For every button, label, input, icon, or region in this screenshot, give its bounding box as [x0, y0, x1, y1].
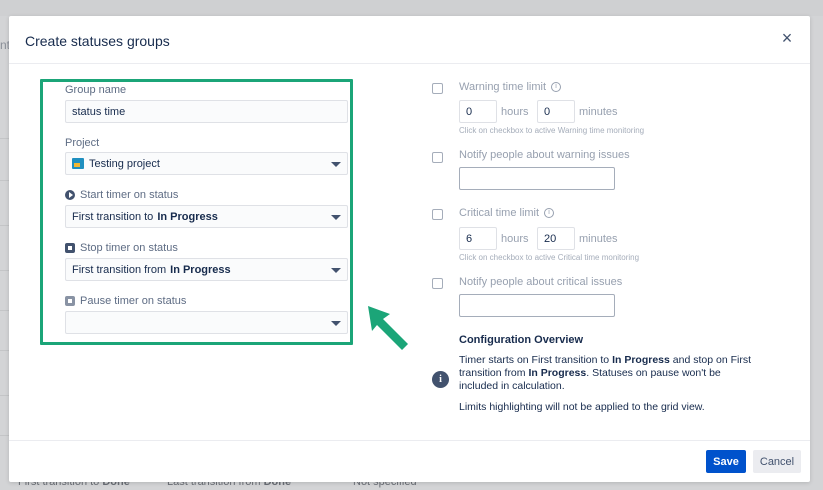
info-icon: i — [544, 208, 555, 218]
critical-minutes-input[interactable]: 20 — [537, 227, 575, 250]
info-icon: i — [551, 82, 561, 92]
start-timer-select[interactable]: First transition to In Progress — [65, 205, 348, 228]
critical-hint: Click on checkbox to active Critical tim… — [459, 253, 640, 262]
critical-limit-checkbox[interactable] — [432, 209, 443, 220]
configuration-overview-note: Limits highlighting will not be applied … — [459, 401, 705, 413]
warning-hours-unit: hours — [501, 106, 529, 118]
dialog-title: Create statuses groups — [25, 33, 170, 49]
notify-warning-label: Notify people about warning issues — [459, 149, 630, 161]
timer-settings-highlight: Group name status time Project Testing p… — [40, 79, 353, 345]
create-statuses-groups-dialog: Create statuses groups × Group name stat… — [9, 16, 810, 482]
notify-warning-input[interactable] — [459, 167, 615, 190]
chevron-down-icon — [331, 268, 341, 273]
group-name-label: Group name — [65, 84, 127, 96]
background-top — [0, 0, 823, 16]
critical-hours-input[interactable]: 6 — [459, 227, 497, 250]
background-divider — [0, 138, 9, 139]
project-select-value: Testing project — [89, 157, 160, 170]
save-button[interactable]: Save — [706, 450, 746, 473]
project-avatar-icon — [72, 158, 84, 169]
background-divider — [0, 225, 9, 226]
play-icon — [65, 190, 75, 200]
dialog-header: Create statuses groups × — [9, 16, 810, 64]
dialog-footer: Save Cancel — [9, 440, 810, 482]
critical-minutes-unit: minutes — [579, 233, 618, 245]
notify-critical-checkbox[interactable] — [432, 278, 443, 289]
notify-critical-input[interactable] — [459, 294, 615, 317]
warning-limit-label: Warning time limit i — [459, 81, 561, 93]
notify-critical-label: Notify people about critical issues — [459, 276, 623, 288]
stop-timer-status: In Progress — [170, 263, 231, 276]
chevron-down-icon — [331, 321, 341, 326]
background-divider — [0, 180, 9, 181]
warning-minutes-unit: minutes — [579, 106, 618, 118]
background-divider — [0, 350, 9, 351]
stop-icon — [65, 243, 75, 253]
warning-hint: Click on checkbox to active Warning time… — [459, 126, 645, 135]
critical-limit-label: Critical time limit i — [459, 207, 555, 219]
annotation-arrow-icon — [368, 306, 408, 350]
start-timer-status: In Progress — [157, 210, 218, 223]
chevron-down-icon — [331, 215, 341, 220]
configuration-overview-title: Configuration Overview — [459, 334, 584, 346]
info-icon: i — [432, 371, 449, 388]
pause-icon — [65, 296, 75, 306]
background-divider — [0, 270, 9, 271]
critical-hours-unit: hours — [501, 233, 529, 245]
notify-warning-checkbox[interactable] — [432, 152, 443, 163]
start-timer-label: Start timer on status — [65, 189, 178, 201]
warning-minutes-input[interactable]: 0 — [537, 100, 575, 123]
pause-timer-label: Pause timer on status — [65, 295, 186, 307]
group-name-input[interactable]: status time — [65, 100, 348, 123]
start-timer-prefix: First transition to — [72, 210, 154, 223]
close-icon[interactable]: × — [778, 29, 796, 47]
background-divider — [0, 435, 9, 436]
background-divider — [0, 310, 9, 311]
warning-limit-checkbox[interactable] — [432, 83, 443, 94]
chevron-down-icon — [331, 162, 341, 167]
configuration-overview-text: Timer starts on First transition to In P… — [459, 354, 751, 392]
stop-timer-label: Stop timer on status — [65, 242, 178, 254]
pause-timer-select[interactable] — [65, 311, 348, 334]
stop-timer-prefix: First transition from — [72, 263, 167, 276]
cancel-button[interactable]: Cancel — [753, 450, 801, 473]
warning-hours-input[interactable]: 0 — [459, 100, 497, 123]
stop-timer-select[interactable]: First transition from In Progress — [65, 258, 348, 281]
background-divider — [0, 395, 9, 396]
project-select[interactable]: Testing project — [65, 152, 348, 175]
project-label: Project — [65, 137, 100, 149]
